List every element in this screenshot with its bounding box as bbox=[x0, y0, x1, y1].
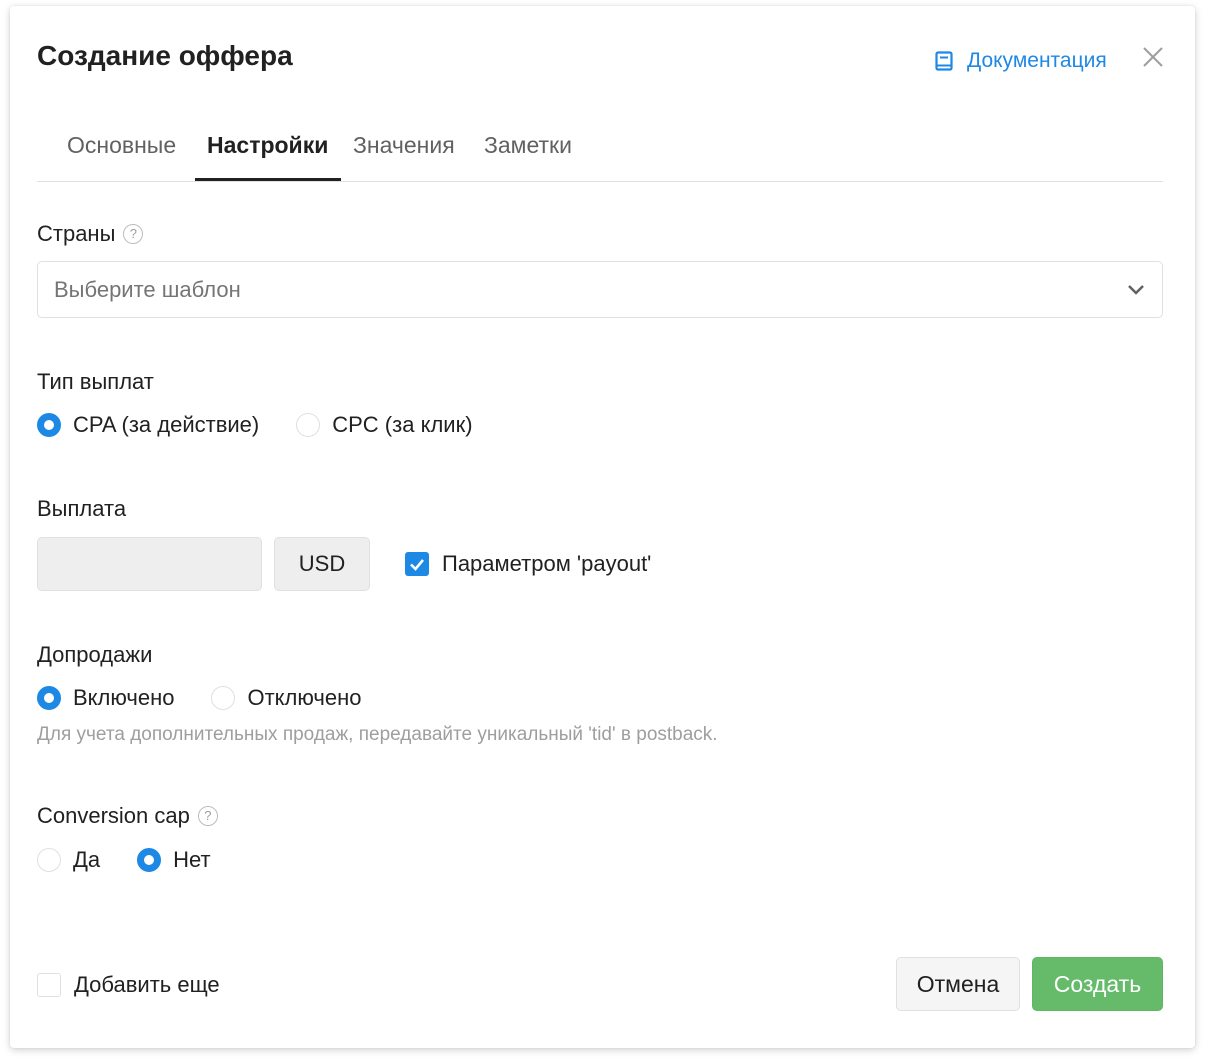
upsells-radio-group: Включено Отключено bbox=[37, 685, 361, 711]
create-button[interactable]: Создать bbox=[1032, 957, 1163, 1011]
payout-type-radio-group: CPA (за действие) CPC (за клик) bbox=[37, 412, 473, 438]
conversion-cap-radio-group: Да Нет bbox=[37, 847, 211, 873]
cancel-button[interactable]: Отмена bbox=[896, 957, 1020, 1011]
upsells-hint: Для учета дополнительных продаж, передав… bbox=[37, 724, 718, 745]
tab-basic[interactable]: Основные bbox=[67, 132, 176, 181]
radio-dot bbox=[296, 413, 321, 437]
radio-upsells-off[interactable]: Отключено bbox=[211, 685, 361, 711]
countries-select-placeholder: Выберите шаблон bbox=[54, 277, 241, 302]
countries-label-text: Страны bbox=[37, 221, 116, 246]
create-offer-dialog: Создание оффера Документация Основные На… bbox=[10, 6, 1195, 1048]
countries-select[interactable]: Выберите шаблон bbox=[37, 261, 1163, 318]
conversion-cap-label: Conversion cap ? bbox=[37, 803, 218, 829]
active-tab-indicator bbox=[195, 178, 341, 181]
tab-settings[interactable]: Настройки bbox=[207, 132, 328, 181]
payout-amount-input[interactable] bbox=[37, 537, 262, 591]
radio-dot-selected bbox=[37, 686, 61, 710]
documentation-link-label: Документация bbox=[967, 49, 1107, 72]
radio-cpc-label: CPC (за клик) bbox=[332, 412, 473, 437]
book-icon bbox=[935, 51, 953, 71]
add-more-checkbox[interactable]: Добавить еще bbox=[37, 972, 220, 998]
chevron-down-icon bbox=[1128, 285, 1144, 295]
radio-cpa-label: CPA (за действие) bbox=[73, 412, 260, 437]
check-icon bbox=[410, 559, 424, 571]
currency-select[interactable]: USD bbox=[274, 537, 370, 591]
radio-dot-selected bbox=[37, 413, 61, 437]
countries-label: Страны ? bbox=[37, 221, 144, 247]
radio-upsells-off-label: Отключено bbox=[247, 685, 362, 710]
radio-cap-no[interactable]: Нет bbox=[137, 847, 211, 873]
tab-values[interactable]: Значения bbox=[353, 132, 455, 181]
radio-upsells-on-label: Включено bbox=[73, 685, 175, 710]
radio-cpc[interactable]: CPC (за клик) bbox=[296, 412, 473, 438]
add-more-label: Добавить еще bbox=[74, 972, 220, 997]
payout-param-checkbox[interactable]: Параметром 'payout' bbox=[405, 551, 651, 577]
conversion-cap-label-text: Conversion cap bbox=[37, 803, 190, 828]
dialog-title: Создание оффера bbox=[37, 40, 293, 71]
checkbox-checked bbox=[405, 552, 429, 576]
radio-upsells-on[interactable]: Включено bbox=[37, 685, 174, 711]
radio-dot bbox=[211, 686, 236, 710]
radio-cap-no-label: Нет bbox=[173, 847, 211, 872]
payout-type-label: Тип выплат bbox=[37, 369, 154, 394]
radio-dot-selected bbox=[137, 848, 162, 872]
help-icon[interactable]: ? bbox=[123, 224, 144, 244]
radio-cap-yes[interactable]: Да bbox=[37, 847, 100, 873]
close-icon[interactable] bbox=[1141, 45, 1165, 69]
payout-param-label: Параметром 'payout' bbox=[442, 551, 652, 576]
tab-bar: Основные Настройки Значения Заметки bbox=[37, 126, 1163, 182]
payout-label: Выплата bbox=[37, 496, 127, 521]
documentation-link[interactable]: Документация bbox=[935, 49, 1107, 73]
radio-cpa[interactable]: CPA (за действие) bbox=[37, 412, 259, 438]
upsells-label: Допродажи bbox=[37, 642, 153, 667]
radio-cap-yes-label: Да bbox=[73, 847, 101, 872]
checkbox-unchecked bbox=[37, 973, 61, 997]
radio-dot bbox=[37, 848, 61, 872]
tab-notes[interactable]: Заметки bbox=[484, 132, 572, 181]
help-icon[interactable]: ? bbox=[197, 806, 218, 826]
